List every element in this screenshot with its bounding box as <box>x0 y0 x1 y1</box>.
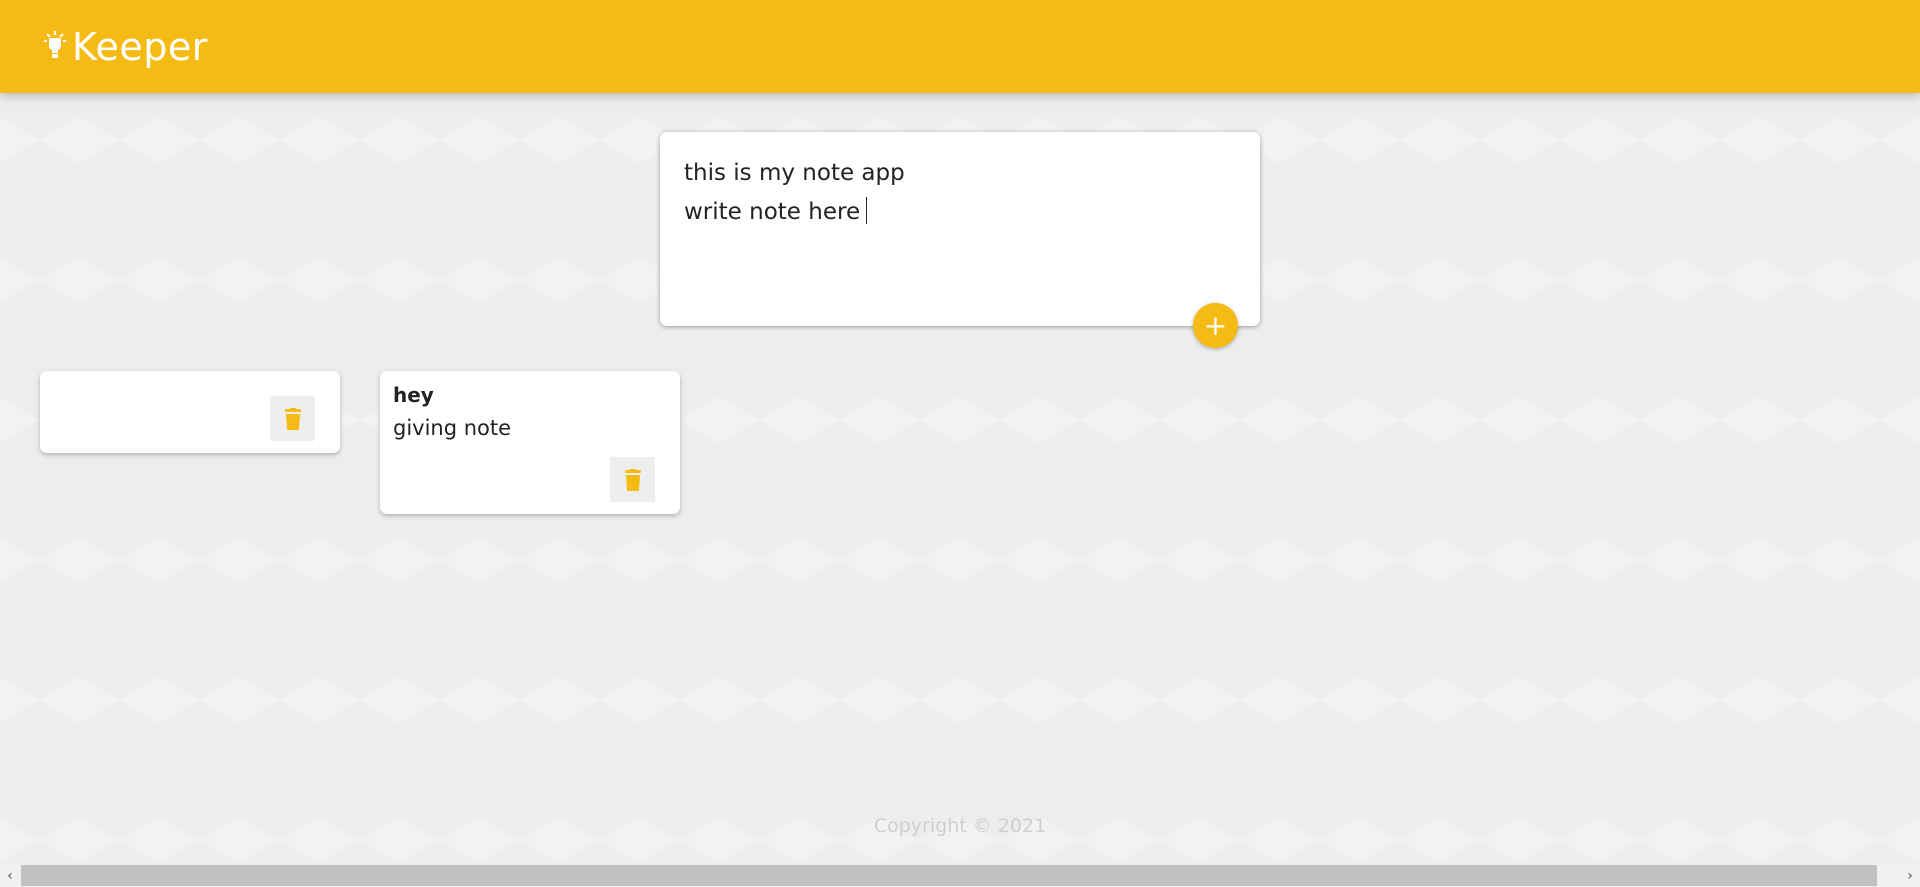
delete-note-button[interactable] <box>270 396 315 441</box>
delete-note-button[interactable] <box>610 457 655 502</box>
note-content-textarea[interactable]: write note here <box>684 193 905 232</box>
note-content: giving note <box>393 416 512 440</box>
footer: Copyright © 2021 <box>0 815 1920 837</box>
trash-icon <box>624 468 641 491</box>
plus-icon: + <box>1203 308 1228 342</box>
brand: Keeper <box>44 25 208 69</box>
scroll-right-arrow[interactable]: › <box>1900 864 1920 887</box>
lightbulb-icon <box>44 30 66 58</box>
note-title: hey <box>393 383 434 407</box>
scroll-left-arrow[interactable]: ‹ <box>0 864 20 887</box>
text-caret <box>866 197 868 224</box>
copyright-text: Copyright © 2021 <box>873 815 1047 837</box>
note-title-input[interactable]: this is my note app <box>684 154 905 193</box>
note-card <box>40 371 340 453</box>
horizontal-scrollbar[interactable]: ‹ › <box>0 864 1920 887</box>
create-note-form: this is my note app write note here <box>660 132 1260 326</box>
note-card: hey giving note <box>380 371 680 514</box>
note-content-value: write note here <box>684 199 861 225</box>
app-header: Keeper <box>0 0 1920 93</box>
add-note-button[interactable]: + <box>1193 303 1238 348</box>
create-note-text[interactable]: this is my note app write note here <box>684 154 905 232</box>
trash-icon <box>284 407 301 430</box>
scroll-thumb[interactable] <box>21 865 1877 886</box>
app-title: Keeper <box>72 24 208 69</box>
